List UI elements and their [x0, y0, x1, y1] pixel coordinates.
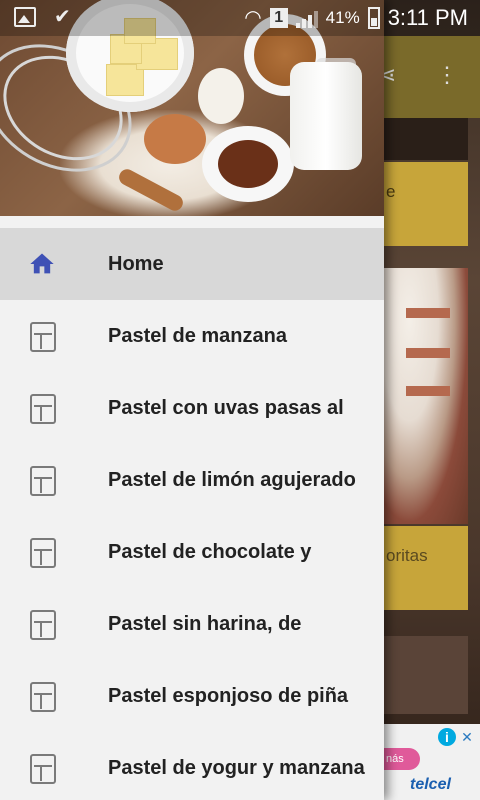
ad-banner[interactable]: i ✕ nás telcel [384, 724, 480, 800]
recipe-card-title: e [386, 182, 396, 201]
ad-brand-logo: telcel [410, 776, 451, 793]
drawer-item-label: Pastel de chocolate y [108, 541, 312, 563]
recipe-icon [30, 322, 56, 352]
cake-layer [406, 386, 450, 396]
drawer-item-home[interactable]: Home [0, 228, 384, 300]
status-bar: ✔ ◠ 1 41% 3:11 PM [0, 0, 480, 36]
cake-layer [406, 308, 450, 318]
ad-pill: nás [384, 748, 420, 770]
milk-bottle [290, 62, 362, 170]
home-icon [30, 253, 54, 274]
recipe-icon [30, 394, 56, 424]
signal-icon [295, 8, 318, 28]
download-done-icon: ✔ [54, 6, 71, 28]
drawer-item-recipe[interactable]: Pastel con uvas pasas al [0, 372, 384, 444]
battery-percent: 41% [325, 8, 360, 27]
recipe-card-image [384, 636, 468, 714]
recipe-icon [30, 466, 56, 496]
ad-close-icon[interactable]: ✕ [458, 728, 476, 746]
sim-icon: 1 [269, 8, 288, 28]
drawer-item-label: Pastel de yogur y manzana [108, 757, 365, 779]
clock: 3:11 PM [387, 5, 468, 30]
recipe-icon [30, 610, 56, 640]
drawer-item-label: Pastel con uvas pasas al [108, 397, 344, 419]
drawer-item-label: Home [108, 253, 164, 275]
drawer-item-label: Pastel de manzana [108, 325, 287, 347]
drawer-item-recipe[interactable]: Pastel de manzana [0, 300, 384, 372]
recipe-icon [30, 538, 56, 568]
drawer-item-recipe[interactable]: Pastel de yogur y manzana [0, 732, 384, 800]
overflow-menu-icon[interactable]: ⋮ [432, 60, 462, 90]
drawer-item-recipe[interactable]: Pastel de limón agujerado [0, 444, 384, 516]
drawer-item-recipe[interactable]: Pastel sin harina, de [0, 588, 384, 660]
battery-icon [367, 7, 380, 29]
wifi-icon: ◠ [244, 7, 262, 29]
navigation-drawer: Home Pastel de manzana Pastel con uvas p… [0, 0, 384, 800]
egg [198, 68, 244, 124]
cocoa-bowl [202, 126, 294, 202]
drawer-item-recipe[interactable]: Pastel esponjoso de piña [0, 660, 384, 732]
gallery-notification-icon [14, 7, 36, 27]
drawer-item-label: Pastel esponjoso de piña [108, 685, 349, 707]
drawer-item-label: Pastel sin harina, de [108, 613, 302, 635]
recipe-card-image [384, 118, 468, 160]
recipe-icon [30, 682, 56, 712]
cake-image [384, 268, 468, 524]
recipe-card[interactable]: oritas [384, 526, 468, 610]
ad-info-icon[interactable]: i [438, 728, 456, 746]
recipe-card-title: oritas [386, 546, 428, 565]
drawer-item-label: Pastel de limón agujerado [108, 469, 356, 491]
drawer-item-recipe[interactable]: Pastel de chocolate y [0, 516, 384, 588]
drawer-menu: Home Pastel de manzana Pastel con uvas p… [0, 228, 384, 800]
cake-layer [406, 348, 450, 358]
egg [144, 114, 206, 164]
recipe-icon [30, 754, 56, 784]
recipe-card[interactable]: e [384, 162, 468, 246]
